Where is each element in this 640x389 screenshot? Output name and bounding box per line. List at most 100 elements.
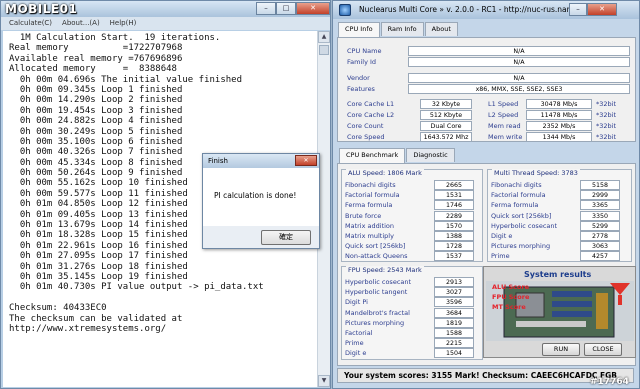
console-line: 0h 00m 24.882s Loop 4 finished bbox=[9, 116, 183, 127]
multi-row-value: 5299 bbox=[580, 220, 620, 231]
multi-thread-group: Multi Thread Speed: 3783 Fibonachi digit… bbox=[487, 169, 632, 262]
multi-row-label: Hyperbolic cosecant bbox=[491, 221, 558, 230]
titlebar: MOBILE01 – □ ✕ bbox=[1, 1, 330, 17]
l2-speed-value: 11478 Mb/s bbox=[526, 110, 592, 120]
alu-row-value: 1388 bbox=[434, 231, 474, 241]
l1-speed-value: 30478 Mb/s bbox=[526, 99, 592, 109]
fpu-row-value: 3684 bbox=[434, 307, 474, 318]
tab-diagnostic[interactable]: Diagnostic bbox=[406, 148, 455, 162]
fpu-group: FPU Speed: 2543 Mark Hyperbolic cosecant… bbox=[341, 266, 483, 360]
multi-row-label: Digit e bbox=[491, 232, 513, 240]
top-tabs: CPU Info Ram Info About bbox=[338, 22, 459, 37]
scroll-up-icon[interactable]: ▲ bbox=[318, 31, 330, 43]
features-label: Features bbox=[347, 85, 375, 93]
maximize-button[interactable]: □ bbox=[276, 2, 296, 15]
alu-row-value: 1537 bbox=[434, 251, 474, 262]
console-line: 0h 00m 35.100s Loop 6 finished bbox=[9, 136, 183, 147]
alu-row-value: 1746 bbox=[434, 200, 474, 211]
multi-row-value: 3063 bbox=[580, 241, 620, 252]
speed-value: 1643.572 Mhz bbox=[420, 132, 472, 142]
dialog-close-icon[interactable]: ✕ bbox=[295, 155, 317, 166]
alu-row-label: Ferma formula bbox=[345, 201, 393, 210]
menu-calculate[interactable]: Calculate(C) bbox=[9, 17, 52, 30]
minimize-button[interactable]: – bbox=[569, 3, 587, 16]
cores-value: Dual Core bbox=[420, 121, 472, 131]
family-label: Family Id bbox=[347, 58, 377, 66]
watermark: #17764 bbox=[590, 377, 629, 387]
mem-read-value: 2352 Mb/s bbox=[526, 121, 592, 131]
tab-cpu-benchmark[interactable]: CPU Benchmark bbox=[339, 148, 406, 163]
mt-score-label: MT Score bbox=[492, 303, 526, 311]
ok-button[interactable]: 確定 bbox=[261, 230, 311, 245]
tab-about[interactable]: About bbox=[424, 22, 458, 36]
scroll-thumb[interactable] bbox=[319, 45, 329, 55]
cores-label: Core Count bbox=[347, 122, 384, 130]
close-button[interactable]: ✕ bbox=[296, 2, 330, 15]
fpu-row-value: 3027 bbox=[434, 287, 474, 298]
l1-bit: *32bit bbox=[596, 100, 617, 108]
console-line: 0h 01m 31.276s Loop 18 finished bbox=[9, 261, 188, 272]
speed-label: Core Speed bbox=[347, 133, 385, 141]
alu-row: Non-attack Queens 1537 bbox=[342, 251, 482, 262]
console-line: The checksum can be validated at bbox=[9, 313, 183, 324]
menu-about[interactable]: About...(A) bbox=[62, 17, 100, 30]
fpu-row-label: Prime bbox=[345, 339, 364, 348]
fpu-row: Pictures morphing 1819 bbox=[342, 317, 482, 329]
fpu-row-value: 1588 bbox=[434, 328, 474, 338]
dialog-message: PI calculation is done! bbox=[214, 191, 297, 200]
alu-row: Quick sort [256kb] 1728 bbox=[342, 241, 482, 252]
app-icon bbox=[339, 4, 351, 16]
multi-row-value: 3350 bbox=[580, 210, 620, 221]
console-line: 1M Calculation Start. 19 iterations. bbox=[9, 33, 221, 43]
multi-row-label: Prime bbox=[491, 252, 510, 261]
mem-write-value: 1344 Mb/s bbox=[526, 132, 592, 142]
run-button[interactable]: RUN bbox=[542, 343, 580, 356]
fpu-row: Prime 2215 bbox=[342, 338, 482, 349]
scroll-down-icon[interactable]: ▼ bbox=[318, 375, 330, 387]
multi-row-value: 4257 bbox=[580, 251, 620, 262]
multi-row-value: 5158 bbox=[580, 180, 620, 190]
window-title: Nuclearus Multi Core » v. 2.0.0 - RC1 - … bbox=[359, 5, 587, 14]
fpu-row: Digit Pi 3596 bbox=[342, 297, 482, 308]
close-button[interactable]: ✕ bbox=[587, 3, 617, 16]
console-line: 0h 01m 35.145s Loop 19 finished bbox=[9, 271, 188, 282]
console-line: 0h 00m 14.290s Loop 2 finished bbox=[9, 95, 183, 106]
alu-row-label: Brute force bbox=[345, 211, 382, 220]
vendor-value: N/A bbox=[408, 73, 630, 83]
multi-row-label: Ferma formula bbox=[491, 201, 539, 210]
tab-cpu-info[interactable]: CPU Info bbox=[338, 22, 380, 37]
console-line: 0h 01m 40.730s PI value output -> pi_dat… bbox=[9, 282, 264, 293]
bench-tabs: CPU Benchmark Diagnostic bbox=[339, 148, 456, 163]
fpu-row-label: Hyperbolic cosecant bbox=[345, 278, 412, 286]
console-line: 0h 00m 04.696s The initial value finishe… bbox=[9, 74, 242, 85]
console-line: Available real memory =767696896 bbox=[9, 53, 183, 64]
tab-ram-info[interactable]: Ram Info bbox=[380, 22, 424, 36]
multi-row: Ferma formula 3365 bbox=[488, 200, 631, 211]
multi-row-label: Fibonachi digits bbox=[491, 181, 542, 189]
multi-row: Hyperbolic cosecant 5299 bbox=[488, 220, 631, 232]
alu-row-value: 2665 bbox=[434, 180, 474, 190]
fpu-title: FPU Speed: 2543 Mark bbox=[346, 266, 424, 274]
console-line: http://www.xtremesystems.org/ bbox=[9, 323, 167, 334]
minimize-button[interactable]: – bbox=[256, 2, 276, 15]
alu-row-label: Matrix addition bbox=[345, 221, 395, 230]
fpu-row-label: Factorial bbox=[345, 329, 373, 337]
multi-thread-title: Multi Thread Speed: 3783 bbox=[492, 169, 580, 177]
fpu-row-value: 1819 bbox=[434, 317, 474, 328]
l2-speed-label: L2 Speed bbox=[488, 111, 519, 119]
fpu-row-label: Digit e bbox=[345, 349, 367, 358]
cpu-name-label: CPU Name bbox=[347, 47, 382, 55]
fpu-row-label: Hyperbolic tangent bbox=[345, 288, 408, 297]
fpu-row-label: Digit Pi bbox=[345, 298, 368, 307]
close-results-button[interactable]: CLOSE bbox=[584, 343, 622, 356]
multi-row-value: 2999 bbox=[580, 190, 620, 201]
fpu-row-label: Mandelbrot's fractal bbox=[345, 308, 410, 317]
alu-row-label: Quick sort [256kb] bbox=[345, 242, 406, 251]
mem-write-bit: *32bit bbox=[596, 133, 617, 141]
family-value: N/A bbox=[408, 57, 630, 67]
l1-speed-label: L1 Speed bbox=[488, 100, 519, 108]
mem-read-label: Mem read bbox=[488, 122, 521, 130]
multi-row-label: Factorial formula bbox=[491, 191, 546, 200]
menu-help[interactable]: Help(H) bbox=[110, 17, 137, 30]
